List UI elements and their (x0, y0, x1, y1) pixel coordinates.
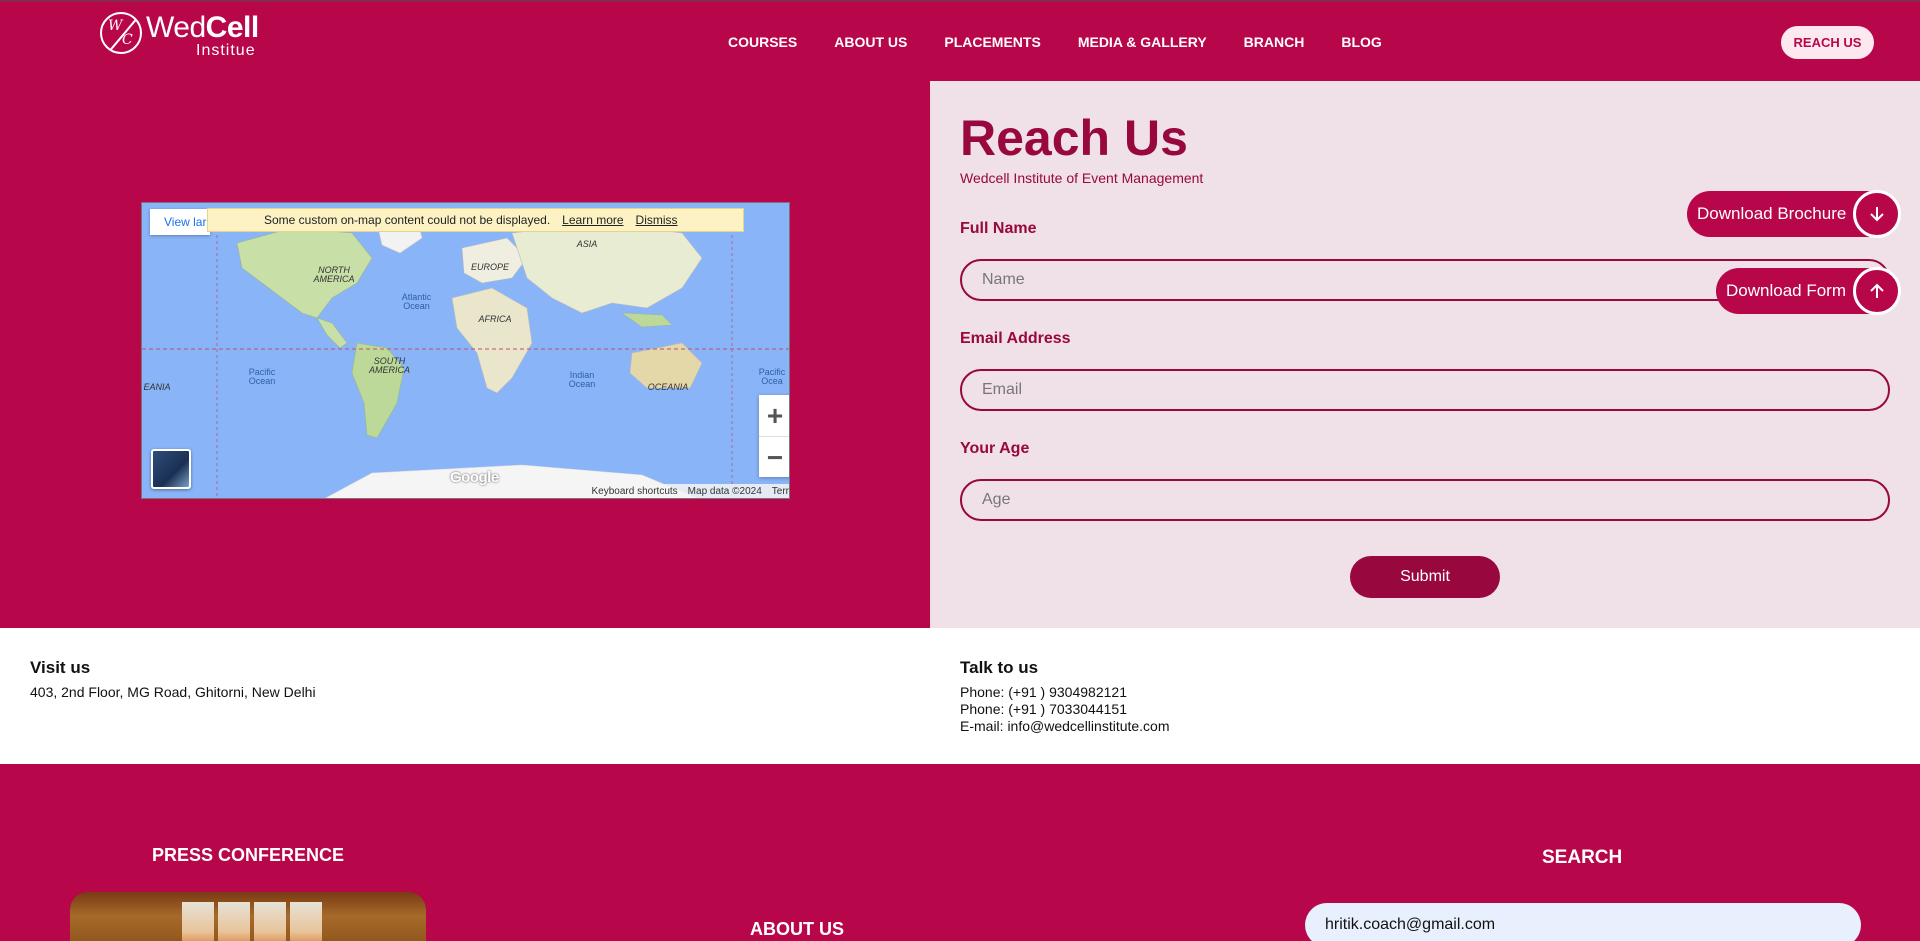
arrow-up-icon (1853, 267, 1901, 315)
map-label-pacific-right: Pacific Ocea (758, 367, 786, 386)
arrow-down-icon (1853, 190, 1901, 238)
map-label-oceania-left: EANIA (143, 382, 171, 392)
logo-mark-icon: W C (100, 12, 142, 54)
google-logo: Google (450, 469, 499, 486)
visit-address: 403, 2nd Floor, MG Road, Ghitorni, New D… (30, 684, 316, 700)
visit-us-title: Visit us (30, 658, 91, 677)
logo[interactable]: W C WedCell Institue (100, 12, 259, 60)
map-label-pacific: Pacific Ocean (248, 367, 276, 386)
contact-email: E-mail: info@wedcellinstitute.com (960, 718, 1170, 734)
press-poster-4 (290, 902, 322, 941)
nav-courses[interactable]: COURSES (728, 34, 797, 50)
map-satellite-toggle[interactable] (151, 449, 191, 489)
press-conference-title: PRESS CONFERENCE (152, 845, 345, 865)
download-brochure-label: Download Brochure (1697, 204, 1847, 223)
talk-to-us-title: Talk to us (960, 658, 1039, 677)
map-label-north-america: NORTH AMERICA (313, 265, 355, 284)
reach-us-form-panel: Reach Us Wedcell Institute of Event Mana… (930, 81, 1920, 628)
age-input[interactable] (960, 479, 1890, 521)
phone-1: Phone: (+91 ) 9304982121 (960, 684, 1127, 700)
main-nav: COURSES ABOUT US PLACEMENTS MEDIA & GALL… (728, 34, 1419, 50)
map-notice-text: Some custom on-map content could not be … (264, 213, 551, 227)
logo-brand-bold: Cell (205, 11, 260, 44)
map-label-atlantic: Atlantic Ocean (401, 292, 432, 311)
reach-us-button[interactable]: REACH US (1781, 26, 1874, 59)
map-learn-more-link[interactable]: Learn more (562, 213, 623, 227)
map-notice-banner: Some custom on-map content could not be … (207, 208, 744, 232)
form-title: Reach Us (960, 110, 1188, 166)
footer-about-us-title: ABOUT US (750, 919, 844, 939)
search-title: SEARCH (1542, 847, 1623, 868)
search-input[interactable] (1305, 903, 1861, 941)
google-map[interactable]: View lar Some custom on-map content coul… (141, 202, 790, 499)
map-zoom-control: + − (759, 395, 789, 478)
zoom-out-button[interactable]: − (759, 437, 789, 478)
download-brochure-button[interactable]: Download Brochure (1687, 190, 1901, 238)
logo-mark-letter-w: W (108, 18, 123, 34)
age-label: Your Age (960, 440, 1030, 457)
map-terms-link[interactable]: Terr (772, 486, 789, 497)
logo-brand: WedCell (146, 12, 259, 44)
map-label-europe: EUROPE (470, 262, 509, 272)
nav-branch[interactable]: BRANCH (1244, 34, 1305, 50)
nav-media-gallery[interactable]: MEDIA & GALLERY (1078, 34, 1207, 50)
map-keyboard-shortcuts-link[interactable]: Keyboard shortcuts (592, 486, 678, 497)
nav-about-us[interactable]: ABOUT US (834, 34, 907, 50)
press-poster-3 (254, 902, 286, 941)
map-label-south-america: SOUTH AMERICA (368, 356, 410, 375)
logo-subtitle: Institue (196, 42, 256, 59)
phone-2: Phone: (+91 ) 7033044151 (960, 701, 1127, 717)
press-poster-2 (218, 902, 250, 941)
press-poster-1 (182, 902, 214, 941)
logo-mark-letter-c: C (122, 32, 133, 48)
map-label-africa: AFRICA (478, 314, 512, 324)
email-label: Email Address (960, 330, 1071, 347)
world-map-graphic (142, 217, 789, 498)
map-label-indian: Indian Ocean (568, 370, 596, 389)
form-subtitle: Wedcell Institute of Event Management (960, 170, 1204, 186)
nav-placements[interactable]: PLACEMENTS (944, 34, 1040, 50)
logo-brand-light: Wed (146, 11, 206, 44)
email-input[interactable] (960, 369, 1890, 411)
full-name-label: Full Name (960, 220, 1037, 237)
map-label-oceania: OCEANIA (647, 382, 689, 392)
map-footer: Keyboard shortcuts Map data ©2024 Terr (585, 484, 789, 498)
site-header: W C WedCell Institue COURSES ABOUT US PL… (0, 0, 1920, 81)
press-conference-image[interactable] (70, 892, 426, 941)
map-label-asia: ASIA (576, 239, 598, 249)
map-view-larger-link[interactable]: View lar (150, 209, 210, 235)
map-dismiss-link[interactable]: Dismiss (636, 213, 678, 227)
zoom-in-button[interactable]: + (759, 395, 789, 436)
logo-text: WedCell Institue (146, 12, 259, 60)
contact-section: Visit us 403, 2nd Floor, MG Road, Ghitor… (0, 628, 1920, 764)
map-data-attribution: Map data ©2024 (687, 485, 762, 497)
submit-button[interactable]: Submit (1350, 556, 1500, 598)
download-form-label: Download Form (1726, 281, 1846, 300)
download-form-button[interactable]: Download Form (1716, 267, 1901, 315)
nav-blog[interactable]: BLOG (1341, 34, 1381, 50)
